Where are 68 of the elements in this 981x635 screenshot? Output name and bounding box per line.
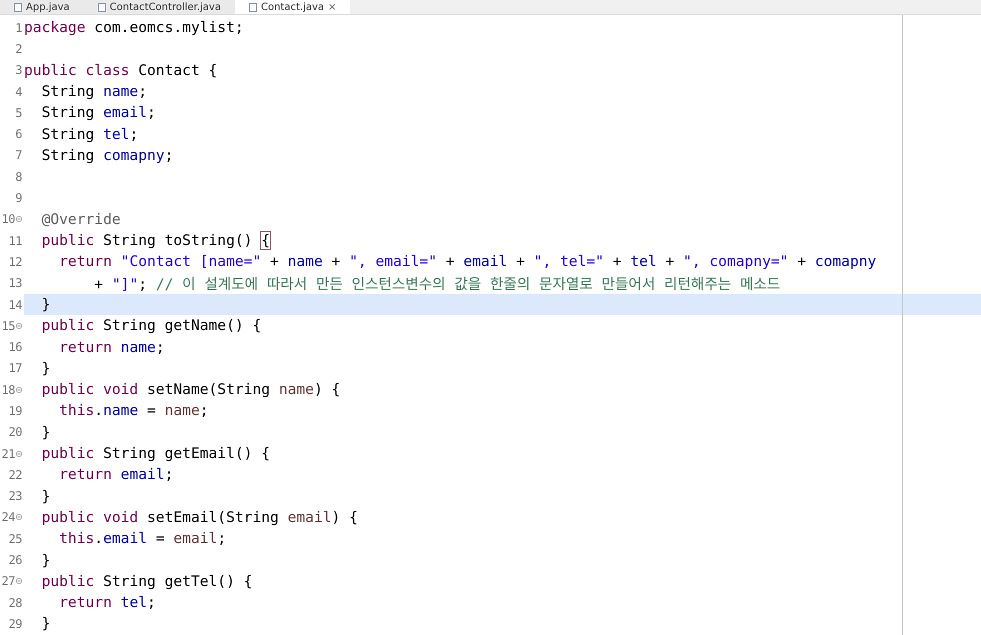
collapse-icon[interactable] (16, 322, 22, 329)
collapse-icon[interactable] (16, 514, 22, 520)
code-line: @Override (40, 210, 121, 228)
file-icon (14, 2, 22, 12)
code-line: return email; (58, 466, 174, 484)
code-line: String tel; (40, 126, 138, 143)
code-line: String name; (40, 83, 148, 100)
code-line: } (40, 615, 50, 632)
line-number: 21 (2, 446, 15, 461)
code-line: } (40, 424, 50, 441)
line-number: 26 (8, 553, 22, 568)
code-line: String comapny; (40, 146, 174, 164)
line-number: 7 (15, 148, 22, 162)
line-number: 20 (8, 425, 22, 440)
line-number: 10 (2, 212, 15, 226)
file-icon (98, 2, 106, 12)
line-number: 23 (8, 489, 22, 504)
line-number: 22 (8, 468, 22, 482)
line-number: 12 (8, 254, 22, 269)
code-line: this.name = name; (58, 402, 209, 420)
editor-tab[interactable]: ContactController.java (84, 0, 235, 14)
line-number: 9 (15, 191, 22, 206)
line-number: 1 (15, 20, 22, 35)
collapse-icon[interactable] (16, 386, 22, 393)
line-number: 16 (8, 340, 22, 354)
code-line: } (40, 552, 50, 569)
line-number: 28 (8, 596, 22, 610)
line-number: 19 (8, 404, 22, 418)
code-line: public void setName(String name) { (40, 381, 340, 398)
line-number: 13 (8, 276, 22, 290)
code-line: return tel; (58, 594, 156, 612)
editor-tab[interactable]: App.java (0, 0, 84, 14)
code-line: this.email = email; (58, 530, 226, 548)
code-line: String email; (40, 104, 156, 122)
line-number: 2 (15, 42, 22, 56)
code-line: } (40, 488, 50, 505)
line-number: 18 (2, 382, 15, 397)
code-line: + "]"; // 이 설계도에 따라서 만든 인스턴스변수의 값을 한줄의 문자열로 만들어서 리턴해주는 메소드 (93, 274, 780, 294)
code-line: } (40, 360, 50, 377)
line-number: 24 (2, 510, 15, 524)
line-number: 3 (15, 63, 22, 78)
line-number: 6 (15, 127, 22, 142)
collapse-icon[interactable] (16, 450, 22, 457)
code-line: public String getEmail() { (40, 445, 270, 462)
line-number: 17 (8, 361, 22, 376)
code-line: public String getName() { (40, 317, 262, 334)
line-number: 15 (2, 318, 15, 333)
code-line: return "Contact [name=" + name + ", email=" + email + ", tel=" + tel + ", comapny=" + comapny (58, 253, 876, 270)
code-line: public String toString() { (40, 232, 270, 250)
collapse-icon[interactable] (16, 578, 22, 584)
close-icon[interactable]: × (328, 0, 336, 14)
code-line: public class Contact { (24, 62, 218, 79)
line-number: 29 (8, 616, 22, 631)
code-line: } (40, 296, 50, 313)
line-number: 11 (8, 234, 22, 248)
code-line: return name; (58, 338, 165, 356)
line-number: 14 (8, 298, 22, 312)
line-number: 5 (15, 106, 22, 120)
collapse-icon[interactable] (16, 216, 22, 222)
line-number: 8 (15, 170, 22, 184)
line-number: 27 (2, 574, 15, 588)
line-number: 25 (8, 532, 22, 546)
code-line: package com.eomcs.mylist; (24, 19, 244, 36)
file-icon (248, 2, 257, 12)
line-number: 4 (15, 84, 22, 99)
editor-tab[interactable]: Contact.java × (234, 0, 350, 14)
code-line: public void setEmail(String email) { (40, 508, 358, 526)
code-line: public String getTel() { (40, 572, 252, 590)
